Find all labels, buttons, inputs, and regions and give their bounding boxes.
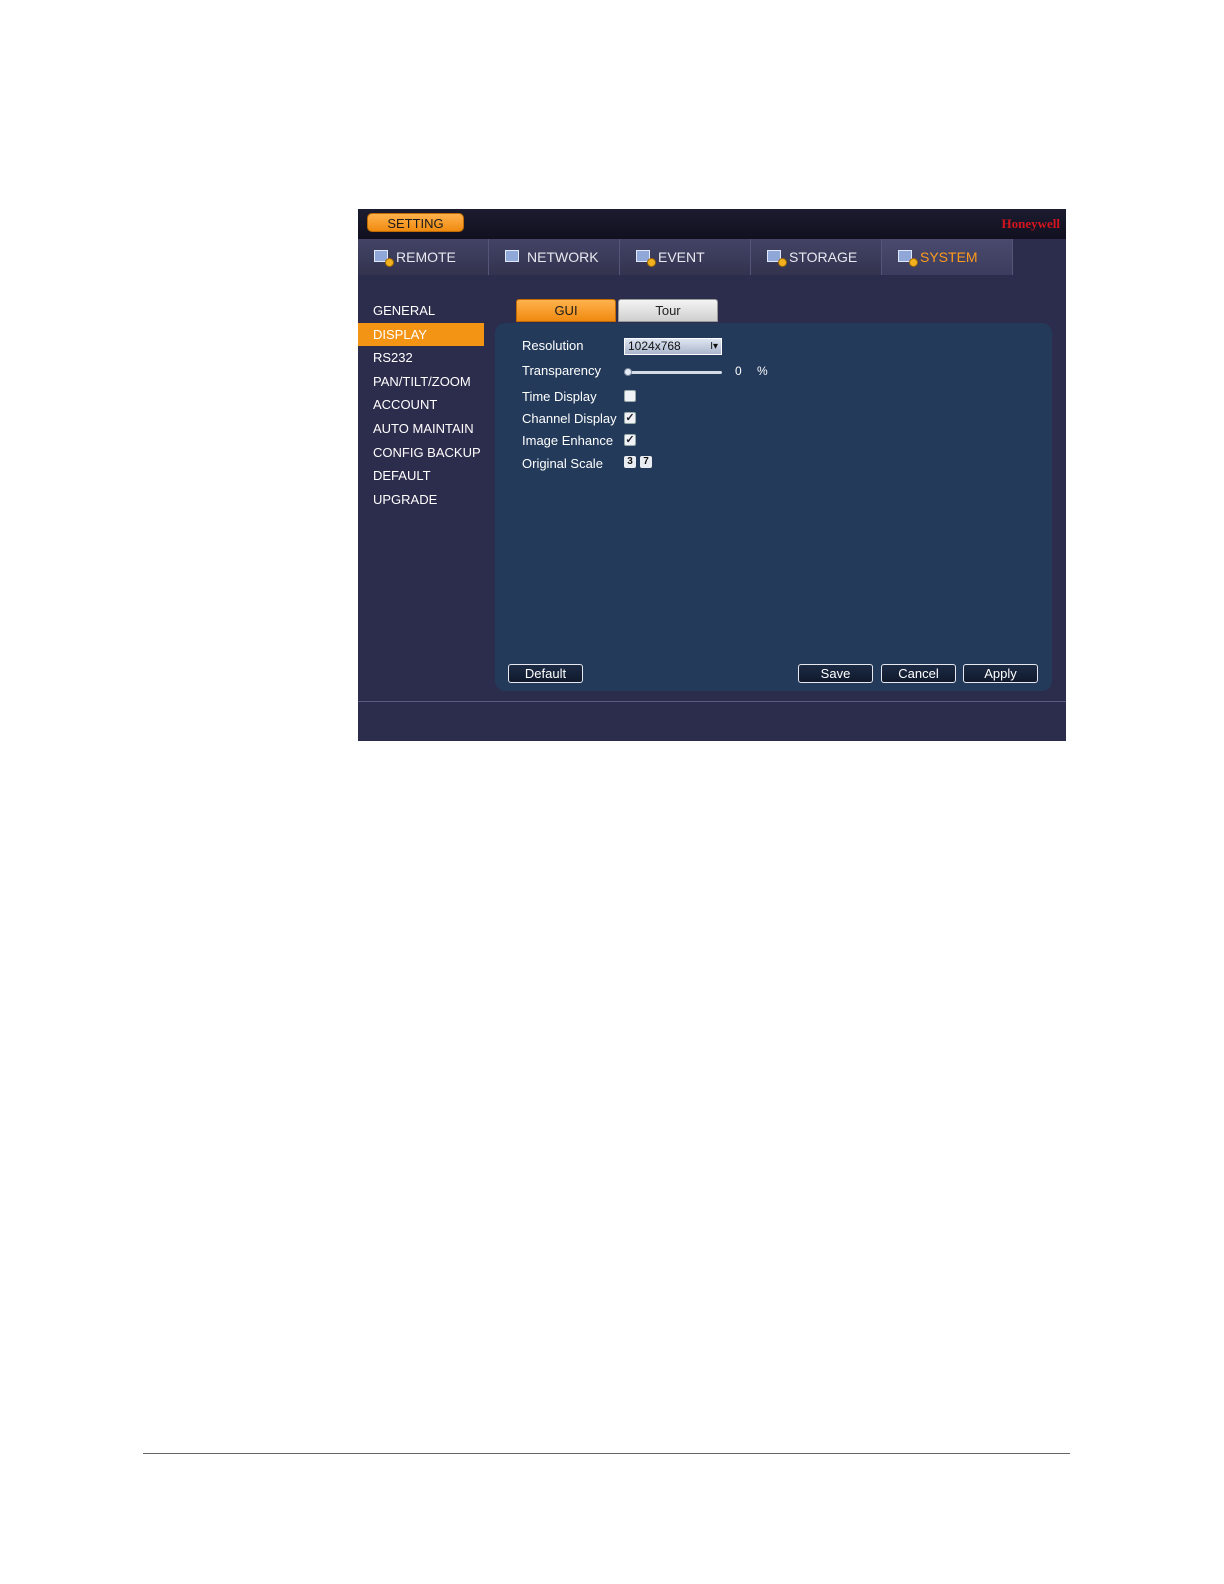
dvr-settings-window: SETTING Honeywell REMOTE NETWORK EVENT S… — [358, 209, 1066, 741]
tab-system[interactable]: SYSTEM — [882, 239, 1013, 275]
sidebar-item-upgrade[interactable]: UPGRADE — [358, 488, 484, 512]
apply-button[interactable]: Apply — [963, 664, 1038, 683]
network-icon — [505, 248, 523, 266]
system-icon — [898, 248, 918, 267]
brand-logo: Honeywell — [1001, 216, 1061, 231]
main-tab-bar: REMOTE NETWORK EVENT STORAGE SYSTEM — [358, 239, 1066, 276]
sidebar: GENERAL DISPLAY RS232 PAN/TILT/ZOOM ACCO… — [358, 299, 484, 511]
tab-system-label: SYSTEM — [920, 249, 978, 265]
sidebar-item-auto-maintain[interactable]: AUTO MAINTAIN — [358, 417, 484, 441]
channel-display-label: Channel Display — [522, 411, 617, 426]
tab-event-label: EVENT — [658, 249, 705, 265]
transparency-value: 0 — [735, 364, 742, 378]
save-button[interactable]: Save — [798, 664, 873, 683]
sidebar-item-display[interactable]: DISPLAY — [358, 322, 484, 347]
tab-remote[interactable]: REMOTE — [358, 239, 489, 275]
status-bar-divider — [358, 701, 1066, 702]
sidebar-item-default[interactable]: DEFAULT — [358, 464, 484, 488]
tab-network[interactable]: NETWORK — [489, 239, 620, 275]
setting-button[interactable]: SETTING — [367, 213, 464, 232]
default-button[interactable]: Default — [508, 664, 583, 683]
resolution-label: Resolution — [522, 338, 584, 353]
original-scale-label: Original Scale — [522, 456, 603, 471]
tab-network-label: NETWORK — [527, 249, 599, 265]
image-enhance-label: Image Enhance — [522, 433, 614, 448]
time-display-label: Time Display — [522, 389, 597, 404]
resolution-select[interactable]: 1024x768 I▾ — [624, 338, 722, 355]
channel-display-checkbox[interactable]: ✓ — [624, 412, 636, 424]
transparency-label: Transparency — [522, 363, 601, 378]
sidebar-item-account[interactable]: ACCOUNT — [358, 393, 484, 417]
chevron-down-icon: I▾ — [710, 341, 718, 352]
event-icon — [636, 248, 656, 267]
scale-option-3[interactable]: 3 — [624, 456, 636, 468]
tab-remote-label: REMOTE — [396, 249, 456, 265]
tab-event[interactable]: EVENT — [620, 239, 751, 275]
tab-storage[interactable]: STORAGE — [751, 239, 882, 275]
sidebar-item-general[interactable]: GENERAL — [358, 299, 484, 323]
time-display-checkbox[interactable] — [624, 390, 636, 402]
tab-tour[interactable]: Tour — [618, 299, 718, 322]
image-enhance-checkbox[interactable]: ✓ — [624, 434, 636, 446]
cancel-button[interactable]: Cancel — [881, 664, 956, 683]
title-bar: SETTING Honeywell — [358, 209, 1066, 240]
tab-gui[interactable]: GUI — [516, 299, 616, 322]
remote-settings-icon — [374, 248, 394, 267]
resolution-value: 1024x768 — [628, 339, 681, 353]
scale-option-7[interactable]: 7 — [640, 456, 652, 468]
tab-storage-label: STORAGE — [789, 249, 858, 265]
storage-icon — [767, 248, 787, 267]
sidebar-item-config-backup[interactable]: CONFIG BACKUP — [358, 441, 484, 465]
sidebar-item-pan-tilt-zoom[interactable]: PAN/TILT/ZOOM — [358, 370, 484, 394]
transparency-unit: % — [757, 364, 768, 378]
sidebar-item-rs232[interactable]: RS232 — [358, 346, 484, 370]
display-settings-panel: Resolution 1024x768 I▾ Transparency 0 % … — [495, 323, 1052, 691]
transparency-slider[interactable] — [624, 368, 722, 376]
page-footer-rule — [143, 1453, 1070, 1454]
slider-handle[interactable] — [624, 368, 632, 376]
